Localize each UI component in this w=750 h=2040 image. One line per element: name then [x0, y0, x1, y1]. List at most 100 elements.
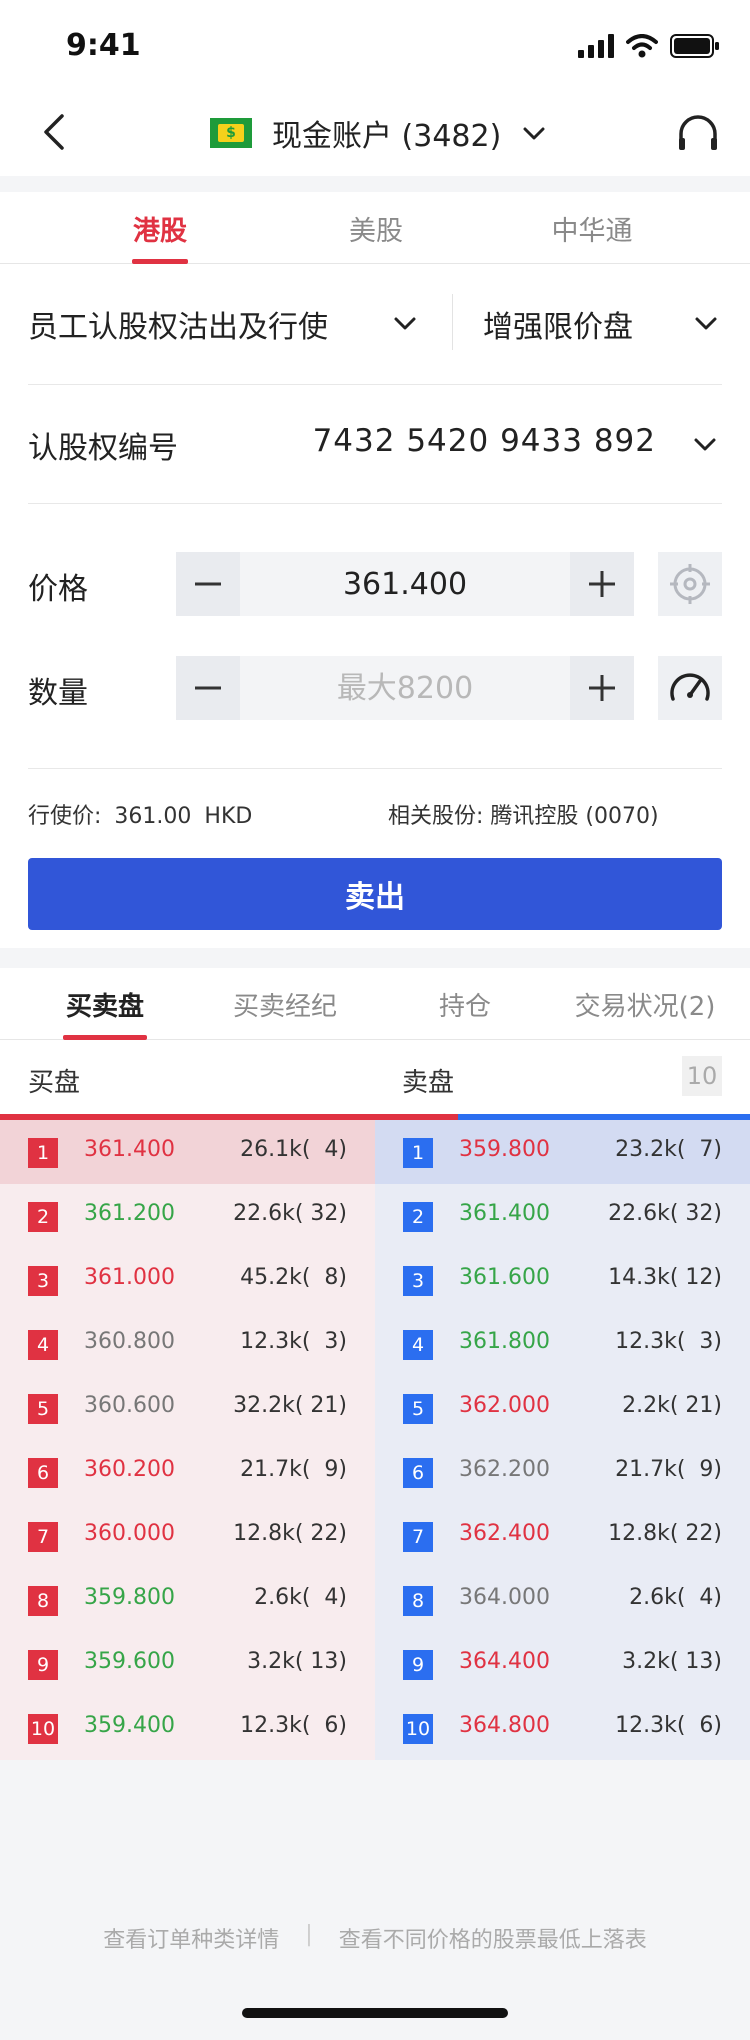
bid-header: 买盘 [28, 1068, 81, 1098]
headset-icon[interactable] [676, 112, 720, 156]
market-tabs: 港股 美股 中华通 [0, 192, 750, 264]
account-selector[interactable]: $ 现金账户 (3482) [210, 108, 547, 158]
bid-row[interactable]: 9 359.600 3.2k( 13) [0, 1632, 375, 1696]
bid-row[interactable]: 5 360.600 32.2k( 21) [0, 1376, 375, 1440]
ask-row[interactable]: 4 361.800 12.3k( 3) [375, 1312, 750, 1376]
related-stock-value: 腾讯控股 (0070) [490, 804, 659, 829]
locate-price-button[interactable] [658, 552, 722, 616]
price-value: 361.400 [342, 566, 468, 602]
ask-price: 361.800 [459, 1329, 550, 1354]
status-time: 9:41 [66, 28, 141, 63]
order-form: 员工认股权沽出及行使 增强限价盘 认股权编号 7432 5420 9433 89… [0, 264, 750, 948]
bid-level: 7 [28, 1522, 58, 1552]
tab-trade-status[interactable]: 交易状况(2) [560, 968, 730, 1040]
tab-hk-stocks[interactable]: 港股 [100, 192, 220, 264]
bid-volume: 12.3k( 3) [240, 1329, 347, 1354]
quantity-decrease-button[interactable] [176, 656, 240, 720]
ask-volume: 2.2k( 21) [622, 1393, 722, 1418]
chevron-down-icon [523, 127, 545, 140]
max-quantity-button[interactable] [658, 656, 722, 720]
ask-level: 3 [403, 1266, 433, 1296]
tab-label: 港股 [133, 215, 187, 247]
bid-row[interactable]: 2 361.200 22.6k( 32) [0, 1184, 375, 1248]
ask-row[interactable]: 6 362.200 21.7k( 9) [375, 1440, 750, 1504]
bid-price: 360.000 [84, 1521, 175, 1546]
bid-row[interactable]: 1 361.400 26.1k( 4) [0, 1120, 375, 1184]
ask-price: 361.400 [459, 1201, 550, 1226]
crosshair-icon [670, 564, 710, 604]
price-input[interactable]: 361.400 [240, 552, 570, 616]
ask-volume: 21.7k( 9) [615, 1457, 722, 1482]
ask-row[interactable]: 10 364.800 12.3k( 6) [375, 1696, 750, 1760]
tab-label: 美股 [349, 215, 403, 247]
ask-volume: 14.3k( 12) [608, 1265, 722, 1290]
ask-level: 9 [403, 1650, 433, 1680]
bid-row[interactable]: 8 359.800 2.6k( 4) [0, 1568, 375, 1632]
tab-positions[interactable]: 持仓 [410, 968, 520, 1040]
ask-row[interactable]: 8 364.000 2.6k( 4) [375, 1568, 750, 1632]
back-icon[interactable] [34, 110, 78, 154]
bid-price: 361.200 [84, 1201, 175, 1226]
bid-volume: 26.1k( 4) [240, 1137, 347, 1162]
warrant-number-select[interactable]: 认股权编号 7432 5420 9433 892 [0, 385, 750, 503]
ask-row[interactable]: 2 361.400 22.6k( 32) [375, 1184, 750, 1248]
ask-volume: 12.8k( 22) [608, 1521, 722, 1546]
bid-level: 6 [28, 1458, 58, 1488]
order-type-select[interactable]: 增强限价盘 [453, 264, 750, 384]
ask-row[interactable]: 5 362.000 2.2k( 21) [375, 1376, 750, 1440]
orderbook-tabs: 买卖盘 买卖经纪 持仓 交易状况(2) [0, 968, 750, 1040]
ask-volume: 2.6k( 4) [629, 1585, 722, 1610]
order-category-select[interactable]: 员工认股权沽出及行使 [0, 264, 452, 384]
bid-row[interactable]: 4 360.800 12.3k( 3) [0, 1312, 375, 1376]
battery-icon [670, 34, 719, 58]
bid-level: 4 [28, 1330, 58, 1360]
speedometer-icon [670, 673, 710, 701]
sell-button[interactable]: 卖出 [28, 858, 722, 930]
home-indicator [242, 2008, 508, 2018]
plus-icon [589, 675, 615, 701]
warrant-label: 认股权编号 [28, 431, 178, 466]
tab-brokers[interactable]: 买卖经纪 [210, 968, 360, 1040]
tab-label: 交易状况(2) [574, 991, 716, 1022]
ask-price: 364.800 [459, 1713, 550, 1738]
quantity-increase-button[interactable] [570, 656, 634, 720]
price-decrease-button[interactable] [176, 552, 240, 616]
bid-volume: 21.7k( 9) [240, 1457, 347, 1482]
ask-row[interactable]: 9 364.400 3.2k( 13) [375, 1632, 750, 1696]
ask-header: 卖盘 [402, 1068, 455, 1098]
spread-table-link[interactable]: 查看不同价格的股票最低上落表 [339, 1922, 647, 1954]
bid-price: 361.000 [84, 1265, 175, 1290]
bid-level: 2 [28, 1202, 58, 1232]
order-types-link[interactable]: 查看订单种类详情 [103, 1922, 279, 1954]
ask-price: 361.600 [459, 1265, 550, 1290]
ask-price: 364.400 [459, 1649, 550, 1674]
ask-level: 6 [403, 1458, 433, 1488]
price-stepper: 361.400 [176, 552, 634, 616]
ask-row[interactable]: 7 362.400 12.8k( 22) [375, 1504, 750, 1568]
tab-order-book[interactable]: 买卖盘 [40, 968, 170, 1040]
bid-row[interactable]: 10 359.400 12.3k( 6) [0, 1696, 375, 1760]
quantity-label: 数量 [28, 676, 88, 711]
tab-us-stocks[interactable]: 美股 [316, 192, 436, 264]
bid-row[interactable]: 7 360.000 12.8k( 22) [0, 1504, 375, 1568]
price-increase-button[interactable] [570, 552, 634, 616]
ask-level: 4 [403, 1330, 433, 1360]
ask-price: 359.800 [459, 1137, 550, 1162]
ask-row[interactable]: 3 361.600 14.3k( 12) [375, 1248, 750, 1312]
ask-volume: 3.2k( 13) [622, 1649, 722, 1674]
ask-level: 8 [403, 1586, 433, 1616]
bid-row[interactable]: 3 361.000 45.2k( 8) [0, 1248, 375, 1312]
ask-volume: 23.2k( 7) [615, 1137, 722, 1162]
exercise-price-value: 361.00 [114, 804, 192, 829]
ask-price: 362.200 [459, 1457, 550, 1482]
ask-column: 1 359.800 23.2k( 7) 2 361.400 22.6k( 32) 3 361.… [375, 1120, 750, 1760]
price-label: 价格 [28, 572, 88, 607]
nav-bar: $ 现金账户 (3482) [0, 90, 750, 176]
bid-volume: 22.6k( 32) [233, 1201, 347, 1226]
tab-china-connect[interactable]: 中华通 [532, 192, 652, 264]
ask-row[interactable]: 1 359.800 23.2k( 7) [375, 1120, 750, 1184]
ask-level: 5 [403, 1394, 433, 1424]
bid-row[interactable]: 6 360.200 21.7k( 9) [0, 1440, 375, 1504]
quantity-input[interactable] [240, 656, 570, 720]
depth-selector[interactable]: 10 [682, 1056, 722, 1096]
